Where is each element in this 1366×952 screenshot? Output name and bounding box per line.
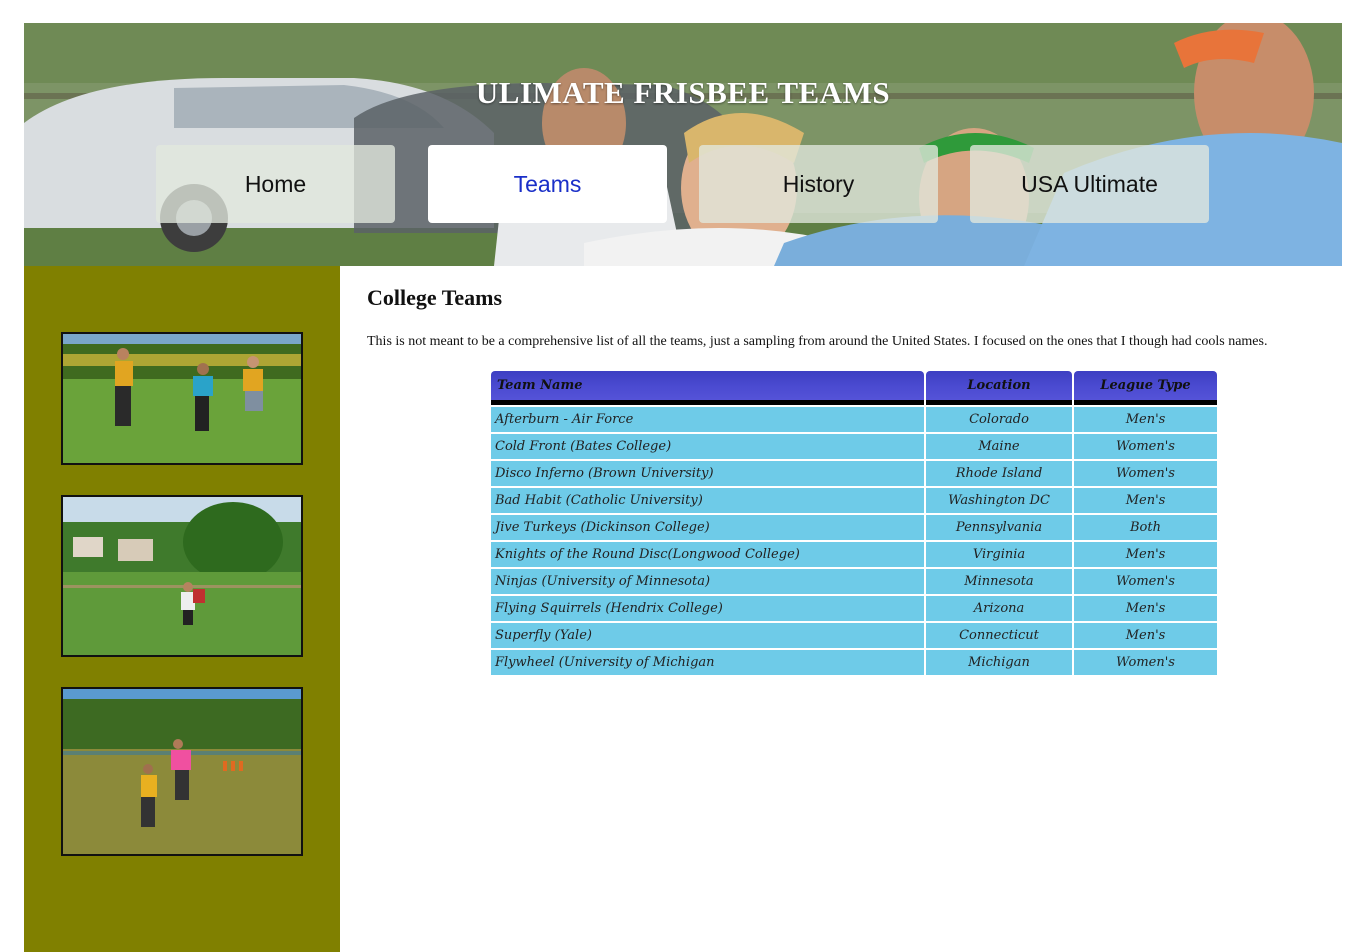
cell-location: Colorado (926, 407, 1072, 432)
cell-team-name: Superfly (Yale) (491, 623, 924, 648)
cell-league-type: Women's (1074, 434, 1217, 459)
cell-location: Virginia (926, 542, 1072, 567)
nav-history-button[interactable]: History (699, 145, 938, 223)
cell-team-name: Bad Habit (Catholic University) (491, 488, 924, 513)
sidebar (24, 266, 340, 952)
cell-team-name: Cold Front (Bates College) (491, 434, 924, 459)
table-row: Superfly (Yale) Connecticut Men's (491, 623, 1217, 648)
column-header-league-type: League Type (1074, 371, 1217, 405)
cell-location: Arizona (926, 596, 1072, 621)
cell-location: Pennsylvania (926, 515, 1072, 540)
cell-location: Connecticut (926, 623, 1072, 648)
cell-league-type: Men's (1074, 542, 1217, 567)
column-header-location: Location (926, 371, 1072, 405)
table-row: Flywheel (University of Michigan Michiga… (491, 650, 1217, 675)
sidebar-photo-2 (61, 495, 303, 657)
table-row: Knights of the Round Disc(Longwood Colle… (491, 542, 1217, 567)
cell-league-type: Men's (1074, 596, 1217, 621)
cell-league-type: Both (1074, 515, 1217, 540)
nav-home-button[interactable]: Home (156, 145, 395, 223)
table-row: Disco Inferno (Brown University) Rhode I… (491, 461, 1217, 486)
cell-team-name: Flying Squirrels (Hendrix College) (491, 596, 924, 621)
intro-text: This is not meant to be a comprehensive … (367, 334, 1268, 349)
nav-teams-button[interactable]: Teams (428, 145, 667, 223)
table-row: Ninjas (University of Minnesota) Minneso… (491, 569, 1217, 594)
table-row: Jive Turkeys (Dickinson College) Pennsyl… (491, 515, 1217, 540)
cell-league-type: Men's (1074, 407, 1217, 432)
header-banner: ULIMATE FRISBEE TEAMS Home Teams History… (24, 23, 1342, 266)
sidebar-photo-3 (61, 687, 303, 856)
cell-team-name: Afterburn - Air Force (491, 407, 924, 432)
sidebar-photo-1 (61, 332, 303, 465)
cell-league-type: Women's (1074, 650, 1217, 675)
cell-location: Michigan (926, 650, 1072, 675)
cell-team-name: Jive Turkeys (Dickinson College) (491, 515, 924, 540)
cell-team-name: Disco Inferno (Brown University) (491, 461, 924, 486)
cell-team-name: Flywheel (University of Michigan (491, 650, 924, 675)
cell-league-type: Men's (1074, 623, 1217, 648)
cell-league-type: Women's (1074, 569, 1217, 594)
cell-team-name: Ninjas (University of Minnesota) (491, 569, 924, 594)
teams-table: Team Name Location League Type Afterburn… (489, 369, 1219, 677)
cell-location: Washington DC (926, 488, 1072, 513)
cell-league-type: Men's (1074, 488, 1217, 513)
site-title: ULIMATE FRISBEE TEAMS (475, 75, 891, 110)
table-row: Bad Habit (Catholic University) Washingt… (491, 488, 1217, 513)
nav-usa-ultimate-button[interactable]: USA Ultimate (970, 145, 1209, 223)
cell-location: Maine (926, 434, 1072, 459)
page-heading: College Teams (367, 285, 503, 310)
column-header-team-name: Team Name (491, 371, 924, 405)
cell-location: Minnesota (926, 569, 1072, 594)
table-header-row: Team Name Location League Type (491, 371, 1217, 405)
table-row: Flying Squirrels (Hendrix College) Arizo… (491, 596, 1217, 621)
cell-location: Rhode Island (926, 461, 1072, 486)
table-row: Afterburn - Air Force Colorado Men's (491, 407, 1217, 432)
cell-team-name: Knights of the Round Disc(Longwood Colle… (491, 542, 924, 567)
table-row: Cold Front (Bates College) Maine Women's (491, 434, 1217, 459)
cell-league-type: Women's (1074, 461, 1217, 486)
